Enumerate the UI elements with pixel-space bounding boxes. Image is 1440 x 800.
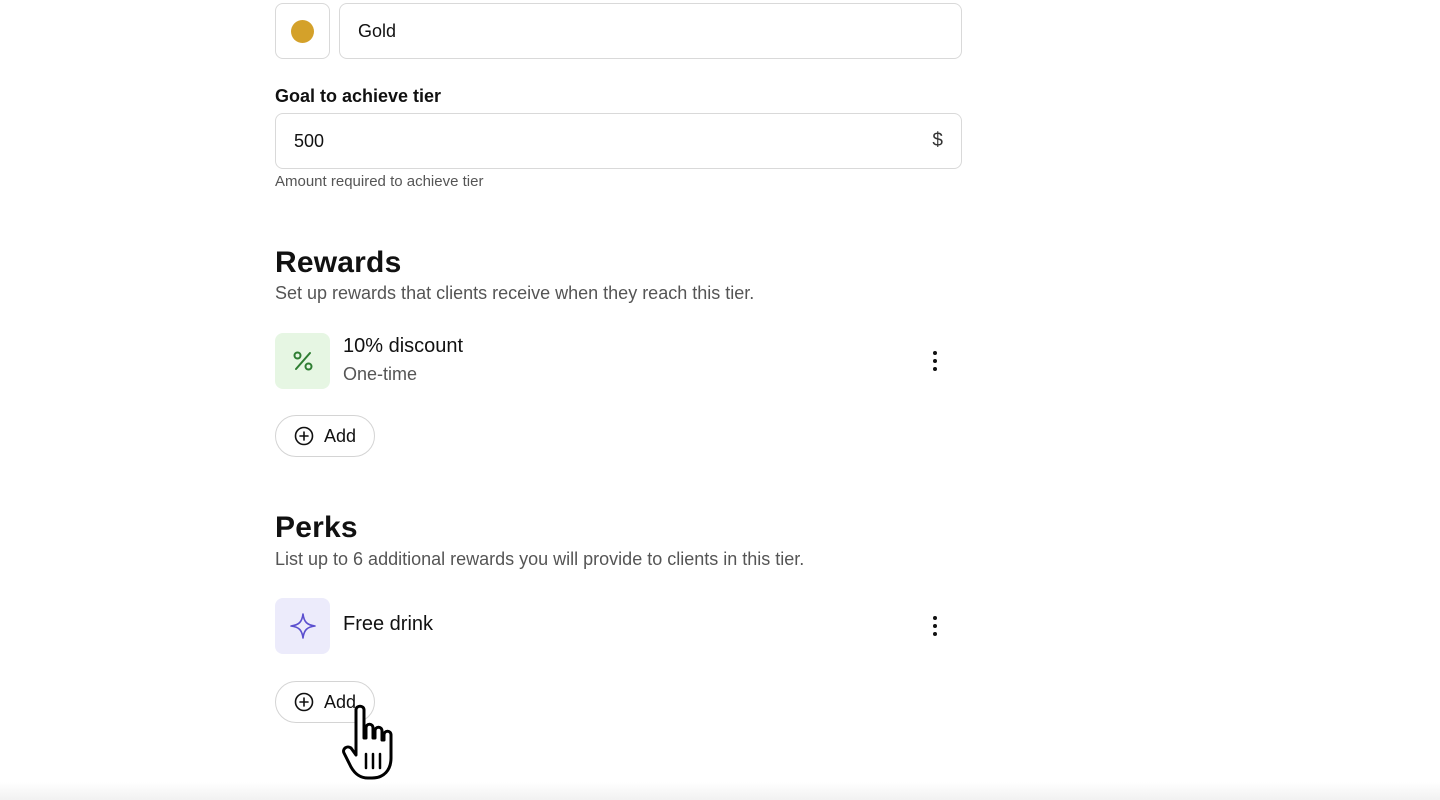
goal-amount-value: 500 xyxy=(294,130,325,151)
tier-name-value: Gold xyxy=(358,20,397,41)
dollar-unit: $ xyxy=(932,130,943,151)
tier-color-dot xyxy=(291,19,314,43)
more-vertical-icon xyxy=(933,616,937,620)
bottom-fade xyxy=(0,782,1440,800)
perks-subtitle: List up to 6 additional rewards you will… xyxy=(275,549,805,569)
add-circle-icon xyxy=(294,426,314,446)
more-vertical-icon xyxy=(933,351,937,355)
reward-more-options-button[interactable] xyxy=(922,343,948,379)
perk-icon-box xyxy=(275,598,330,654)
sparkle-icon xyxy=(289,613,316,639)
goal-amount-input[interactable]: 500 $ xyxy=(275,113,962,169)
rewards-title: Rewards xyxy=(275,246,402,279)
add-perk-label: Add xyxy=(324,691,357,712)
reward-item[interactable]: 10% discount One-time xyxy=(275,333,962,389)
reward-title: 10% discount xyxy=(343,335,464,357)
perk-more-options-button[interactable] xyxy=(922,608,948,644)
add-reward-button[interactable]: Add xyxy=(275,415,375,457)
reward-icon-box xyxy=(275,333,330,389)
percent-icon xyxy=(293,351,312,371)
add-circle-icon xyxy=(294,692,314,712)
rewards-subtitle: Set up rewards that clients receive when… xyxy=(275,283,755,303)
perk-title: Free drink xyxy=(343,613,434,635)
goal-label: Goal to achieve tier xyxy=(275,86,442,106)
reward-subtitle: One-time xyxy=(343,364,418,384)
perks-title: Perks xyxy=(275,511,358,544)
goal-helper-text: Amount required to achieve tier xyxy=(275,173,484,190)
add-reward-label: Add xyxy=(324,425,357,446)
tier-name-input[interactable]: Gold xyxy=(339,3,962,59)
add-perk-button[interactable]: Add xyxy=(275,681,375,723)
tier-name-row: Gold xyxy=(275,3,962,59)
tier-color-picker[interactable] xyxy=(275,3,330,59)
perk-item[interactable]: Free drink xyxy=(275,598,962,654)
